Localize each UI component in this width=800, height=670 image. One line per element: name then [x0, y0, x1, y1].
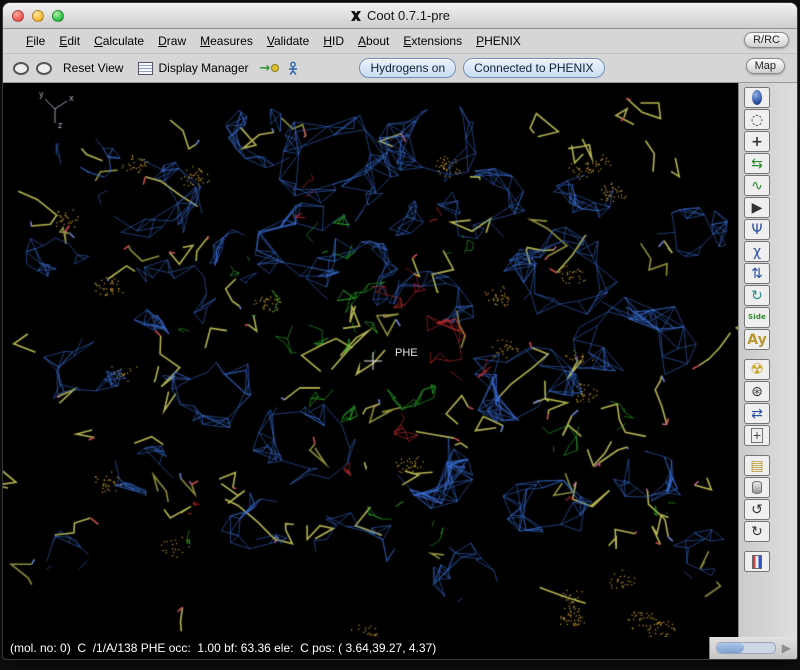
go-to-atom-icon[interactable]: →	[260, 61, 280, 76]
real-space-refine-icon[interactable]: ⇆	[744, 153, 770, 174]
title-bar[interactable]: Coot 0.7.1-pre	[3, 3, 797, 29]
flip-peptide-icon[interactable]: ⇅	[744, 263, 770, 284]
menu-measures[interactable]: Measures	[193, 31, 260, 51]
mutate-residue-icon[interactable]: χ	[744, 241, 770, 262]
go-to-arrow-icon: →	[260, 61, 271, 76]
maximize-button[interactable]	[52, 10, 64, 22]
window-controls	[12, 10, 64, 22]
reset-view-label: Reset View	[63, 61, 123, 75]
map-sphere-icon[interactable]	[744, 87, 770, 108]
menu-validate[interactable]: Validate	[260, 31, 317, 51]
scrollbar-thumb[interactable]	[717, 643, 744, 653]
menu-draw[interactable]: Draw	[151, 31, 193, 51]
refinement-sphere-icon[interactable]: ◌	[744, 109, 770, 130]
menu-file[interactable]: File	[19, 31, 52, 51]
go-to-ligand-icon[interactable]	[286, 61, 300, 76]
atom-dot-icon	[271, 64, 279, 72]
side-toolbar: ◌ + ⇆ ∿ ▶ Ψ χ ⇅ ↻ Side Ay ☢ ⊛ ⇄ + ▤ ↺ ↻	[738, 83, 797, 637]
chi-angles-icon[interactable]: ∿	[744, 175, 770, 196]
eraser-icon[interactable]	[744, 477, 770, 498]
density-canvas[interactable]	[3, 83, 738, 637]
cylinder-icon	[752, 481, 762, 494]
circle-icon[interactable]	[36, 62, 52, 75]
residue-label: PHE	[395, 347, 418, 359]
rrc-button[interactable]: R/RC	[744, 32, 789, 48]
display-manager-icon	[138, 62, 153, 75]
hydrogens-toggle-button[interactable]: Hydrogens on	[359, 58, 456, 78]
menu-calculate[interactable]: Calculate	[87, 31, 151, 51]
display-manager-label: Display Manager	[158, 61, 248, 75]
window-title-text: Coot 0.7.1-pre	[367, 8, 450, 23]
separator	[744, 447, 770, 454]
menu-phenix[interactable]: PHENIX	[469, 31, 528, 51]
status-text: (mol. no: 0) C /1/A/138 PHE occ: 1.00 bf…	[3, 641, 709, 655]
menu-extensions[interactable]: Extensions	[396, 31, 469, 51]
menu-about[interactable]: About	[351, 31, 396, 51]
target-icon[interactable]	[13, 62, 29, 75]
horizontal-scrollbar[interactable]	[716, 642, 776, 654]
coot-window: Coot 0.7.1-pre File Edit Calculate Draw …	[2, 2, 798, 660]
globe-icon	[752, 90, 762, 105]
molecular-viewport[interactable]: PHE	[3, 83, 738, 637]
x11-icon	[350, 10, 362, 22]
menu-hid[interactable]: HID	[316, 31, 351, 51]
flag-icon	[752, 555, 762, 569]
ligand-icon[interactable]: ⊛	[744, 381, 770, 402]
separator	[744, 351, 770, 358]
window-title: Coot 0.7.1-pre	[3, 3, 797, 28]
phenix-status-button[interactable]: Connected to PHENIX	[463, 58, 604, 78]
map-button[interactable]: Map	[746, 58, 785, 74]
pointer-icon[interactable]: ▶	[744, 197, 770, 218]
menu-bar: File Edit Calculate Draw Measures Valida…	[3, 29, 797, 54]
side-chain-flip-icon[interactable]: Side	[744, 307, 770, 328]
main-area: PHE ◌ + ⇆ ∿ ▶ Ψ χ ⇅ ↻ Side Ay ☢ ⊛ ⇄ + ▤ …	[3, 83, 797, 637]
undo-icon[interactable]: ↺	[744, 499, 770, 520]
main-toolbar: Reset View Display Manager → Hydrogens o…	[3, 54, 797, 83]
menu-edit[interactable]: Edit	[52, 31, 87, 51]
ligand-builder-icon[interactable]: ▤	[744, 455, 770, 476]
add-atom-icon[interactable]: +	[744, 425, 770, 446]
close-button[interactable]	[12, 10, 24, 22]
status-corner: ▶	[709, 637, 797, 659]
radiation-icon[interactable]: ☢	[744, 359, 770, 380]
alt-conf-icon[interactable]: ⇄	[744, 403, 770, 424]
cis-trans-icon[interactable]: ↻	[744, 285, 770, 306]
rotate-translate-zone-icon[interactable]: +	[744, 131, 770, 152]
scene-preset-icon[interactable]	[744, 551, 770, 572]
minimize-button[interactable]	[32, 10, 44, 22]
display-manager-button[interactable]: Display Manager	[134, 59, 252, 77]
add-terminal-residue-icon[interactable]: Ay	[744, 329, 770, 350]
separator	[744, 543, 770, 550]
status-bar: (mol. no: 0) C /1/A/138 PHE occ: 1.00 bf…	[3, 637, 797, 659]
reset-view-button[interactable]: Reset View	[59, 59, 127, 77]
play-icon[interactable]: ▶	[782, 641, 791, 655]
auto-fit-rotamer-icon[interactable]: Ψ	[744, 219, 770, 240]
redo-icon[interactable]: ↻	[744, 521, 770, 542]
